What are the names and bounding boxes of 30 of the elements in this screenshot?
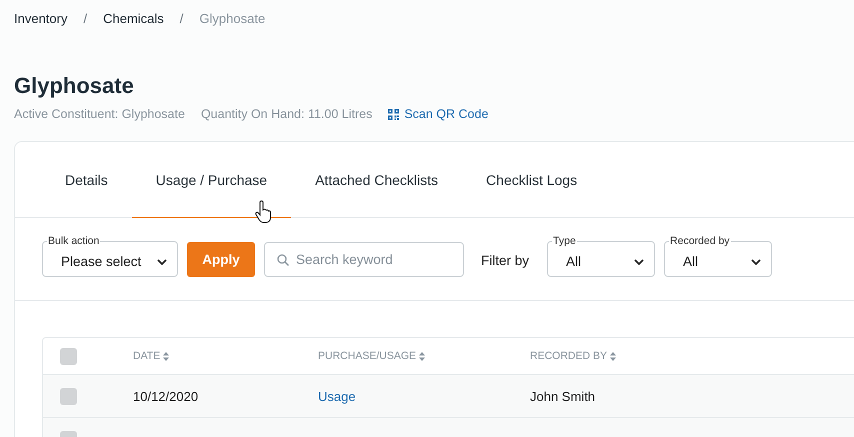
usage-link[interactable]: Usage — [318, 388, 530, 404]
row-checkbox[interactable] — [60, 388, 77, 404]
quantity-text: Quantity On Hand: 11.00 Litres — [200, 107, 372, 121]
breadcrumb-item: Glyphosate — [199, 10, 266, 26]
breadcrumb-item[interactable]: Inventory — [14, 10, 68, 26]
search-field[interactable]: Search keyword — [264, 242, 464, 277]
table-cell-text: John Smith — [530, 388, 596, 404]
recorded-by-filter-dropdown[interactable]: Recorded by All — [664, 235, 772, 277]
active-constituent-text: Active Constituent: Glyphosate — [14, 107, 185, 121]
filter-label: Filter by — [481, 253, 530, 268]
tab[interactable]: Attached Checklists — [291, 142, 462, 218]
bulk-action-dropdown[interactable]: Bulk action Please select — [42, 235, 178, 277]
caret-icon — [634, 258, 644, 264]
table-cell-text: 10/12/2020 — [133, 388, 200, 404]
breadcrumb-separator: / — [83, 10, 88, 26]
qr-code-icon — [388, 108, 400, 120]
breadcrumb-separator: / — [180, 10, 184, 26]
caret-icon — [157, 258, 167, 264]
tab[interactable]: Details — [41, 142, 132, 218]
select-all-checkbox[interactable] — [60, 348, 77, 364]
breadcrumb-item[interactable]: Chemicals — [103, 10, 164, 26]
sort-icon — [610, 352, 616, 360]
sort-icon — [163, 352, 170, 360]
hand-cursor-icon — [255, 200, 271, 224]
caret-icon — [751, 258, 762, 264]
type-filter-dropdown[interactable]: Type All — [547, 235, 656, 277]
scan-qr-link[interactable]: Scan QR Code — [388, 107, 488, 121]
sort-icon — [419, 352, 426, 360]
tab[interactable]: Checklist Logs — [462, 142, 602, 218]
page-title: Glyphosate — [14, 73, 134, 99]
